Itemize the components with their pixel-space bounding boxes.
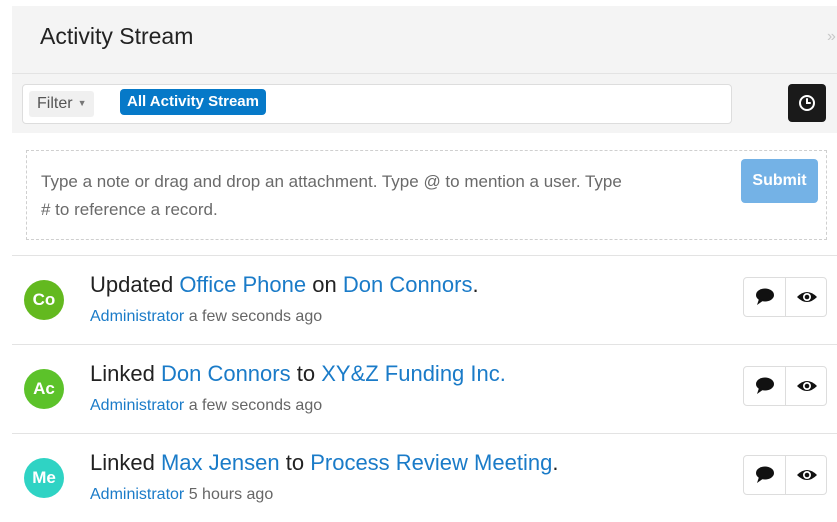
activity-time: 5 hours ago [188,486,274,503]
activity-summary: Linked Max Jensen to Process Review Meet… [90,450,558,476]
comment-icon [756,466,774,483]
active-filter-pill[interactable]: All Activity Stream [120,89,266,115]
note-placeholder-line-2: # to reference a record. [41,200,218,219]
note-input-area[interactable]: Type a note or drag and drop an attachme… [26,150,827,240]
double-chevron-right-icon[interactable]: » [827,28,836,46]
preview-button[interactable] [786,278,827,316]
record-link[interactable]: Don Connors [343,272,473,297]
eye-icon [797,470,817,480]
avatar[interactable]: Me [24,458,64,498]
field-link[interactable]: Office Phone [179,272,306,297]
activity-item: Me Linked Max Jensen to Process Review M… [12,433,837,522]
note-placeholder: Type a note or drag and drop an attachme… [41,168,731,224]
record-link[interactable]: Process Review Meeting [310,450,552,475]
activity-item: Ac Linked Don Connors to XY&Z Funding In… [12,344,837,433]
activity-summary: Linked Don Connors to XY&Z Funding Inc. [90,361,506,387]
record-link[interactable]: XY&Z Funding Inc. [321,361,506,386]
activity-meta: Administrator a few seconds ago [90,308,322,326]
eye-icon [797,381,817,391]
activity-period: . [552,450,559,475]
activity-stream-header: Activity Stream » [12,6,837,74]
activity-list: Co Updated Office Phone on Don Connors. … [12,255,837,522]
avatar[interactable]: Co [24,280,64,320]
comment-button[interactable] [744,278,786,316]
activity-connector: to [296,361,316,386]
activity-meta: Administrator a few seconds ago [90,397,322,415]
activity-time: a few seconds ago [188,397,323,414]
activity-time: a few seconds ago [188,308,323,325]
comment-button[interactable] [744,456,786,494]
author-link[interactable]: Administrator [90,486,184,503]
activity-verb: Updated [90,272,174,297]
avatar[interactable]: Ac [24,369,64,409]
comment-icon [756,288,774,305]
comment-icon [756,377,774,394]
caret-down-icon: ▼ [77,98,87,108]
author-link[interactable]: Administrator [90,308,184,325]
activity-actions [743,277,827,317]
clock-icon [799,95,815,111]
author-link[interactable]: Administrator [90,397,184,414]
activity-actions [743,455,827,495]
eye-icon [797,292,817,302]
note-placeholder-line-1: Type a note or drag and drop an attachme… [41,172,622,191]
activity-connector: on [312,272,337,297]
activity-period: . [472,272,479,297]
filter-input[interactable]: Filter ▼ All Activity Stream [22,84,732,124]
activity-actions [743,366,827,406]
activity-connector: to [285,450,305,475]
preview-button[interactable] [786,456,827,494]
activity-item: Co Updated Office Phone on Don Connors. … [12,255,837,344]
preview-button[interactable] [786,367,827,405]
submit-button[interactable]: Submit [741,159,818,203]
comment-button[interactable] [744,367,786,405]
filter-bar: Filter ▼ All Activity Stream [12,74,837,133]
page-title: Activity Stream [40,23,194,49]
filter-dropdown-label: Filter [37,95,73,112]
activity-verb: Linked [90,361,155,386]
timeline-button[interactable] [788,84,826,122]
record-link[interactable]: Max Jensen [161,450,280,475]
filter-dropdown[interactable]: Filter ▼ [29,91,95,117]
record-link[interactable]: Don Connors [161,361,291,386]
activity-verb: Linked [90,450,155,475]
activity-summary: Updated Office Phone on Don Connors. [90,272,479,298]
activity-meta: Administrator 5 hours ago [90,486,273,504]
